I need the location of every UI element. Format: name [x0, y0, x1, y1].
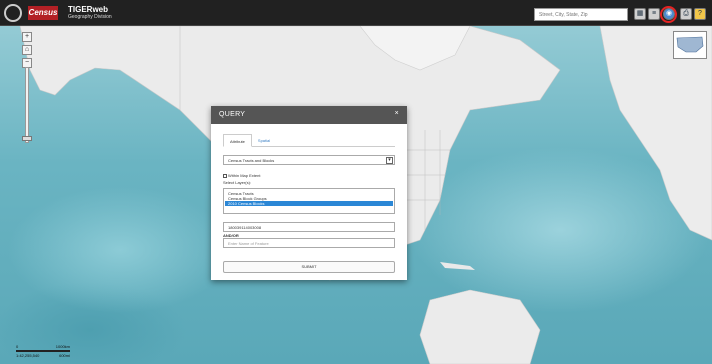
- layer-group-value: Census Tracts and Blocks: [228, 158, 275, 163]
- census-logo: Census: [28, 6, 58, 20]
- layer-group-select[interactable]: Census Tracts and Blocks ▾: [223, 155, 395, 165]
- scale-right-label: 1000km: [55, 344, 70, 349]
- zoom-slider[interactable]: [25, 67, 29, 143]
- scale-ratio: 1:42,255,540: [16, 353, 40, 358]
- select-layers-label: Select Layer(s):: [223, 180, 252, 185]
- legend-icon[interactable]: ≡: [648, 8, 660, 20]
- home-button[interactable]: ⌂: [22, 45, 32, 55]
- address-search-input[interactable]: [534, 8, 628, 21]
- menu-ring-icon[interactable]: [4, 4, 22, 22]
- query-value-input[interactable]: 180039114003008: [223, 222, 395, 232]
- list-item-selected[interactable]: 2010 Census Blocks: [225, 201, 393, 206]
- query-tabs: Attribute Spatial: [223, 134, 395, 147]
- top-bar: Census TIGERweb Geography Division ▦ ≡ ◉…: [0, 0, 712, 26]
- feature-name-input[interactable]: Enter Name of Feature: [223, 238, 395, 248]
- chevron-down-icon[interactable]: ▾: [386, 157, 393, 164]
- app-subtitle: Geography Division: [68, 14, 112, 20]
- overview-map[interactable]: [673, 31, 707, 59]
- scale-line: [16, 350, 70, 352]
- query-dialog: QUERY × Attribute Spatial Census Tracts …: [211, 106, 407, 280]
- zoom-slider-thumb[interactable]: [22, 136, 32, 141]
- scale-left-label: 0: [16, 344, 19, 349]
- dialog-title: QUERY: [219, 111, 246, 118]
- dialog-header: QUERY ×: [211, 106, 407, 124]
- tab-spatial[interactable]: Spatial: [252, 134, 276, 146]
- map-extent-option[interactable]: Within Map Extent: [223, 173, 395, 178]
- tab-attribute[interactable]: Attribute: [223, 134, 252, 147]
- app-title: TIGERweb: [68, 5, 109, 14]
- layers-icon[interactable]: ▦: [634, 8, 646, 20]
- submit-button[interactable]: SUBMIT: [223, 261, 395, 273]
- map-extent-label: Within Map Extent: [228, 173, 261, 178]
- scale-miles: 600mi: [59, 353, 70, 358]
- map-extent-checkbox[interactable]: [223, 173, 227, 178]
- scale-bar: 0 1000km 1:42,255,540 600mi: [16, 344, 70, 358]
- highlight-ring: [660, 6, 677, 23]
- zoom-in-button[interactable]: +: [22, 32, 32, 42]
- print-icon[interactable]: ⎙: [680, 8, 692, 20]
- help-icon[interactable]: ?: [694, 8, 706, 20]
- layers-listbox[interactable]: Census Tracts Census Block Groups 2010 C…: [223, 188, 395, 214]
- close-icon[interactable]: ×: [395, 110, 399, 117]
